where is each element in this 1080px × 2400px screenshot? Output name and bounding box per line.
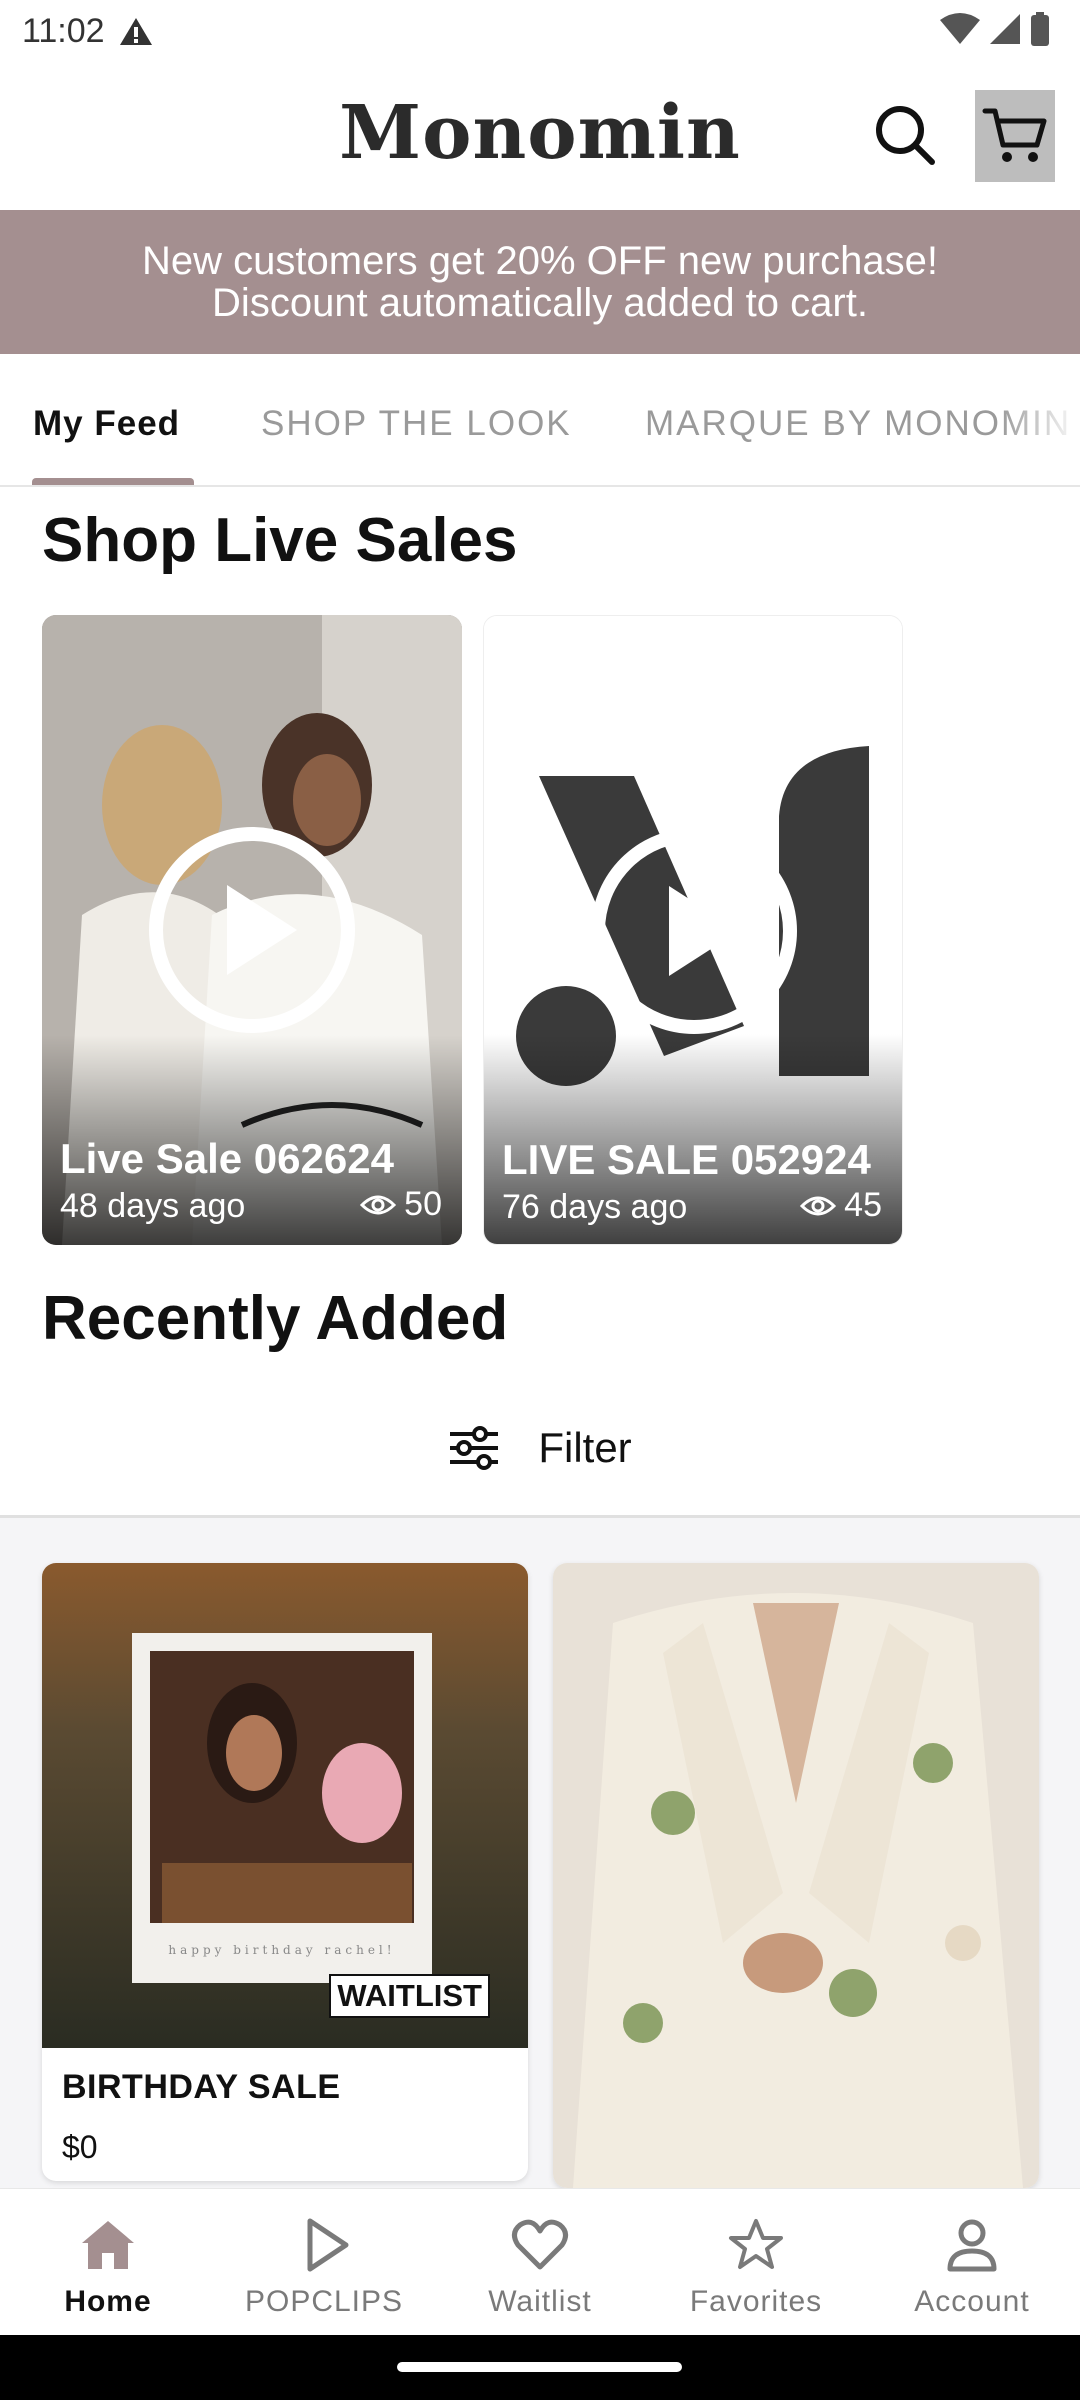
view-count: 50: [404, 1185, 442, 1223]
heart-icon: [512, 2219, 568, 2270]
filter-sliders-icon: [450, 1425, 499, 1470]
search-icon: [876, 106, 935, 165]
view-count: 45: [844, 1186, 882, 1224]
search-button[interactable]: [872, 102, 938, 168]
eye-icon: [800, 1196, 837, 1215]
nav-label: POPCLIPS: [244, 2285, 404, 2318]
product-price: $0: [62, 2129, 98, 2165]
play-icon: [307, 2218, 349, 2272]
alert-icon: [119, 18, 152, 45]
active-tab-indicator: [32, 478, 194, 485]
nav-label: Favorites: [689, 2285, 823, 2318]
bottom-navigation: Home POPCLIPS Waitlist Favorites Account: [0, 2188, 1080, 2335]
nav-favorites[interactable]: Favorites: [648, 2189, 864, 2336]
floral-blazer-photo: [553, 1563, 1039, 2188]
live-sale-card[interactable]: Live Sale 062624 48 days ago 50: [42, 615, 462, 1245]
product-card[interactable]: happy birthday rachel! WAITLIST BIRTHDAY…: [42, 1563, 528, 2181]
filter-label: Filter: [538, 1423, 632, 1471]
wifi-icon: [940, 13, 980, 44]
live-sale-views: 45: [800, 1186, 882, 1225]
nav-popclips[interactable]: POPCLIPS: [216, 2189, 432, 2336]
status-bar: 11:02: [0, 0, 1080, 62]
live-sale-title: LIVE SALE 052924: [502, 1136, 871, 1183]
tab-fade: [1000, 384, 1080, 464]
star-icon: [729, 2219, 783, 2269]
home-icon: [82, 2221, 134, 2269]
live-sale-age: 48 days ago: [60, 1187, 246, 1225]
app-header: Monomin: [0, 62, 1080, 210]
status-time: 11:02: [22, 11, 105, 50]
play-icon: [591, 828, 797, 1034]
eye-icon: [360, 1195, 397, 1214]
account-icon: [947, 2219, 997, 2272]
promo-line-1: New customers get 20% OFF new purchase!: [142, 239, 938, 283]
photo-caption: happy birthday rachel!: [168, 1943, 396, 1957]
cart-button[interactable]: [975, 90, 1055, 182]
live-sales-title: Shop Live Sales: [42, 506, 518, 575]
product-image: [553, 1563, 1039, 2188]
live-sale-card[interactable]: LIVE SALE 052924 76 days ago 45: [483, 615, 903, 1245]
signal-icon: [990, 14, 1020, 44]
product-name: BIRTHDAY SALE: [62, 2068, 341, 2106]
home-gesture-handle[interactable]: [397, 2362, 682, 2372]
tab-shop-the-look[interactable]: SHOP THE LOOK: [261, 404, 572, 444]
nav-label: Waitlist: [488, 2285, 592, 2318]
product-card[interactable]: [553, 1563, 1039, 2188]
promo-banner[interactable]: New customers get 20% OFF new purchase! …: [0, 210, 1080, 354]
product-image: happy birthday rachel! WAITLIST: [42, 1563, 528, 2048]
status-icons: [940, 12, 1050, 46]
feed-tabs: My Feed SHOP THE LOOK MARQUE BY MONOMIN: [0, 354, 1080, 487]
nav-label: Account: [914, 2285, 1030, 2318]
nav-account[interactable]: Account: [864, 2189, 1080, 2336]
cart-icon: [982, 108, 1047, 162]
live-sale-title: Live Sale 062624: [60, 1135, 394, 1182]
system-gesture-bar: [0, 2335, 1080, 2400]
play-icon: [149, 827, 355, 1033]
live-sale-age: 76 days ago: [502, 1188, 688, 1226]
waitlist-badge: WAITLIST: [329, 1974, 490, 2018]
filter-button[interactable]: Filter: [0, 1380, 1080, 1518]
nav-home[interactable]: Home: [0, 2189, 216, 2336]
recently-added-title: Recently Added: [42, 1284, 509, 1353]
live-sale-views: 50: [360, 1185, 442, 1224]
promo-line-2: Discount automatically added to cart.: [212, 281, 868, 325]
nav-waitlist[interactable]: Waitlist: [432, 2189, 648, 2336]
tab-my-feed[interactable]: My Feed: [33, 404, 180, 444]
battery-icon: [1031, 12, 1049, 46]
nav-label: Home: [64, 2285, 152, 2318]
